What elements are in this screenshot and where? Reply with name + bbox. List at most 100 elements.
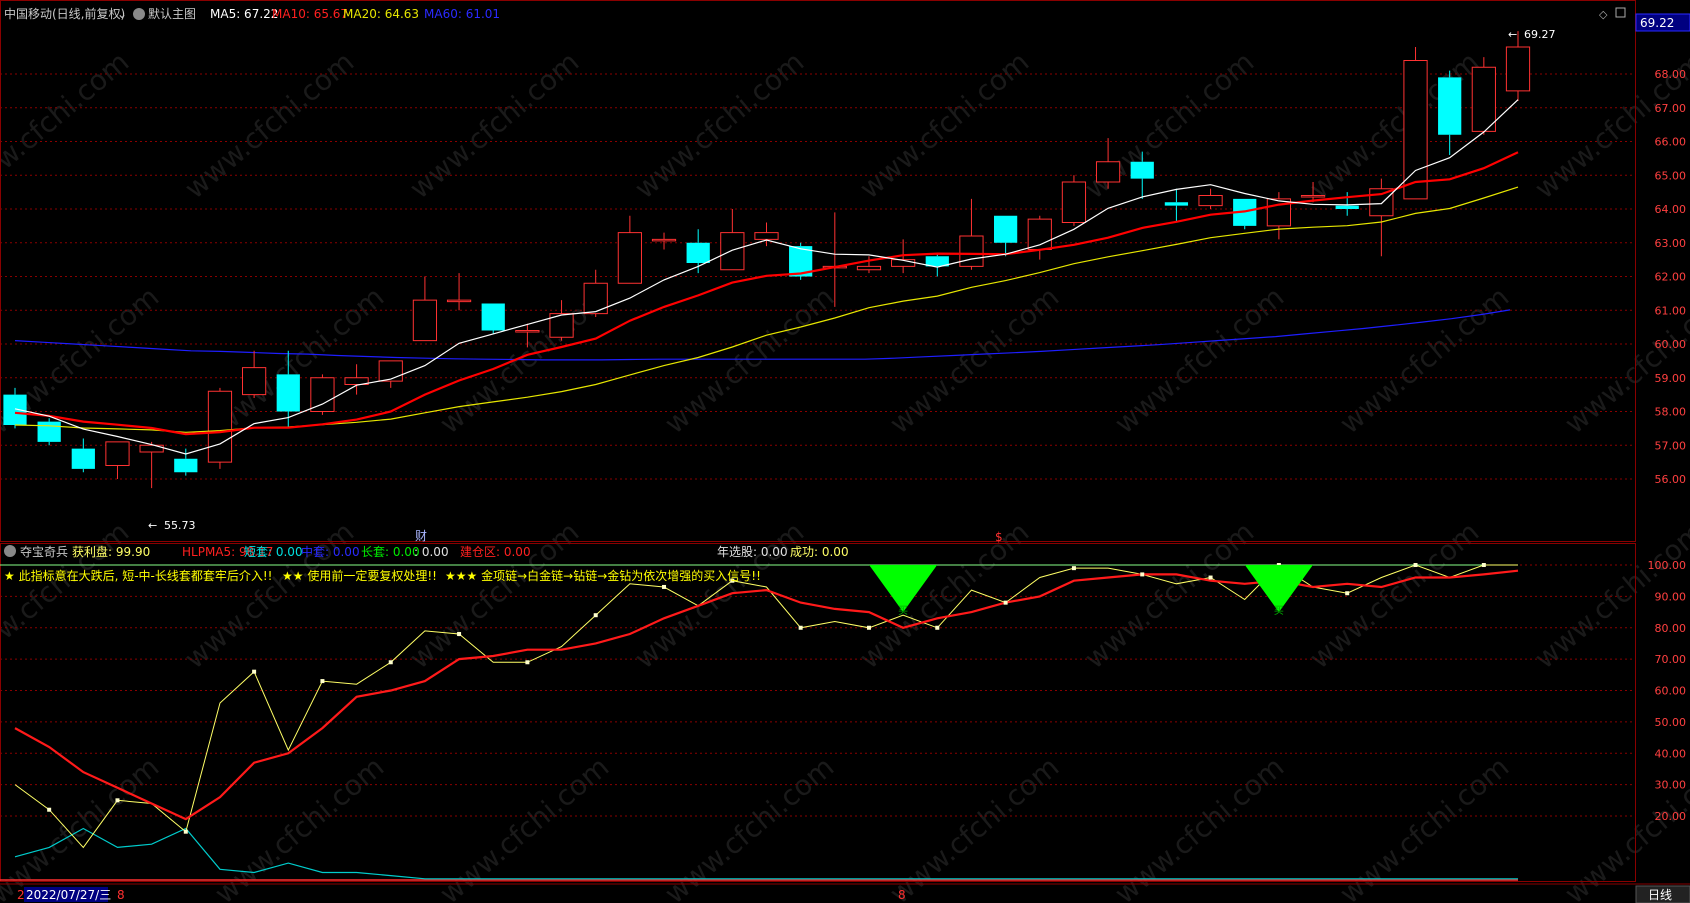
short-label: 短套: 0.00 — [244, 545, 303, 559]
profit-marker — [457, 632, 462, 637]
bottom-mark-mid: 8 — [898, 888, 906, 902]
watermark-text: www.cfchi.com — [0, 515, 135, 675]
candle-body — [1505, 46, 1531, 92]
ma5-label: MA5: 67.22 — [210, 7, 278, 21]
profit-marker — [525, 660, 530, 665]
profit-marker — [320, 679, 325, 684]
candle-body — [310, 377, 335, 412]
y-tick-label: 56.00 — [1655, 473, 1687, 486]
watermark-layer: www.cfchi.com www.cfchi.com www.cfchi.com w… — [0, 45, 1690, 903]
diamond-icon[interactable]: ◇ — [1599, 8, 1608, 21]
candle-body — [1198, 195, 1223, 207]
indicator-name[interactable]: 夺宝奇兵 — [20, 545, 68, 559]
y-tick-label: 59.00 — [1655, 372, 1687, 385]
main-label[interactable]: 默认主图 — [148, 6, 196, 21]
cai-marker: 财 — [415, 529, 427, 543]
profit-marker — [47, 807, 52, 812]
profit-marker — [593, 613, 598, 618]
candle-body — [105, 441, 130, 466]
indicator-note-2: ★★ 使用前一定要复权处理!! — [282, 568, 437, 583]
stock-title[interactable]: 中国移动(日线,前复权) — [4, 6, 125, 21]
y-tick-label: 58.00 — [1655, 406, 1687, 419]
profit-marker — [1413, 563, 1418, 567]
low-arrow-icon: ← — [148, 519, 157, 532]
candle-body — [481, 303, 505, 331]
profit-marker — [183, 829, 188, 834]
candle-body — [856, 265, 882, 271]
dropdown-icon[interactable] — [4, 545, 16, 557]
watermark-text: www.cfchi.com — [853, 45, 1035, 205]
ma10-label: MA10: 65.67 — [272, 7, 348, 21]
candle-body — [276, 374, 300, 412]
watermark-text: www.cfchi.com — [178, 45, 360, 205]
y-tick-label: 65.00 — [1655, 169, 1687, 182]
watermark-text: www.cfchi.com — [853, 515, 1035, 675]
chart-canvas: www.cfchi.com www.cfchi.com www.cfchi.com w… — [0, 0, 1690, 903]
price-tag: 69.22 — [1640, 16, 1674, 30]
watermark-text: www.cfchi.com — [883, 280, 1065, 440]
period-tab[interactable]: 日线 — [1648, 888, 1672, 902]
candle-body — [583, 282, 608, 315]
candle-body — [1471, 66, 1496, 132]
watermark-text: www.cfchi.com — [0, 45, 135, 205]
maximize-icon[interactable] — [1615, 7, 1626, 18]
success-label: 成功: 0.00 — [790, 545, 849, 559]
indicator-tick-label: 60.00 — [1655, 685, 1687, 698]
watermark-text: www.cfchi.com — [1078, 515, 1260, 675]
watermark-text: www.cfchi.com — [628, 45, 810, 205]
long-label: 长套: 0.00 — [361, 545, 420, 559]
profit-label: 获利盘: 99.90 — [72, 544, 150, 559]
profit-marker — [662, 584, 667, 589]
y-tick-label: 68.00 — [1655, 68, 1687, 81]
profit-marker — [1003, 600, 1008, 605]
candle-body — [959, 235, 984, 267]
y-tick-label: 64.00 — [1655, 203, 1687, 216]
watermark-text: www.cfchi.com — [403, 45, 585, 205]
y-tick-label: 60.00 — [1655, 338, 1687, 351]
indicator-tick-label: 50.00 — [1655, 716, 1687, 729]
candle-body — [1095, 161, 1121, 183]
watermark-text: www.cfchi.com — [1333, 280, 1515, 440]
candle-body — [1335, 205, 1359, 209]
profit-marker — [798, 625, 803, 630]
high-arrow-icon: ← — [1508, 28, 1517, 41]
indicator-tick-label: 40.00 — [1655, 747, 1687, 760]
indicator-note-3: ★★★ 金项链→白金链→钻链→金钻为依次增强的买入信号!! — [445, 568, 761, 583]
dropdown-icon[interactable] — [133, 8, 145, 20]
profit-marker — [115, 798, 120, 803]
indicator-tick-label: 100.00 — [1648, 559, 1687, 572]
candle-body — [446, 299, 472, 303]
y-tick-label: 57.00 — [1655, 439, 1687, 452]
y-tick-label: 67.00 — [1655, 102, 1687, 115]
candle-body — [378, 360, 403, 382]
candle-body — [1300, 195, 1326, 198]
profit-marker — [866, 625, 871, 630]
y-tick-label: 62.00 — [1655, 271, 1687, 284]
candle-body — [207, 390, 233, 463]
profit-marker — [1071, 566, 1076, 571]
indicator-tick-label: 70.00 — [1655, 653, 1687, 666]
watermark-text: www.cfchi.com — [1108, 280, 1290, 440]
ma60-label: MA60: 61.01 — [424, 7, 500, 21]
indicator-tick-label: 90.00 — [1655, 590, 1687, 603]
candle-body — [754, 232, 779, 240]
y-tick-label: 63.00 — [1655, 237, 1687, 250]
y-tick-label: 61.00 — [1655, 304, 1687, 317]
candle-body — [1438, 77, 1462, 135]
profit-marker — [935, 625, 940, 630]
high-label: 69.27 — [1524, 28, 1556, 41]
indicator-tick-label: 80.00 — [1655, 622, 1687, 635]
candle-body — [71, 448, 95, 469]
watermark-text: www.cfchi.com — [208, 280, 390, 440]
candle-body — [1130, 161, 1154, 179]
profit-marker — [1208, 575, 1213, 580]
watermark-text: www.cfchi.com — [178, 515, 360, 675]
bottom-date: 2022/07/27/三 — [26, 888, 111, 902]
candle-body — [1164, 202, 1189, 206]
mid-label: 中套: 0.00 — [301, 544, 360, 559]
candle-body — [720, 232, 745, 271]
watermark-text: www.cfchi.com — [403, 515, 585, 675]
y-tick-label: 66.00 — [1655, 136, 1687, 149]
axis-layer: 68.00 67.00 66.00 65.00 64.00 63.00 62.00 61.00… — [1648, 68, 1687, 823]
chevron-down-icon[interactable]: ⌄ — [117, 7, 127, 21]
